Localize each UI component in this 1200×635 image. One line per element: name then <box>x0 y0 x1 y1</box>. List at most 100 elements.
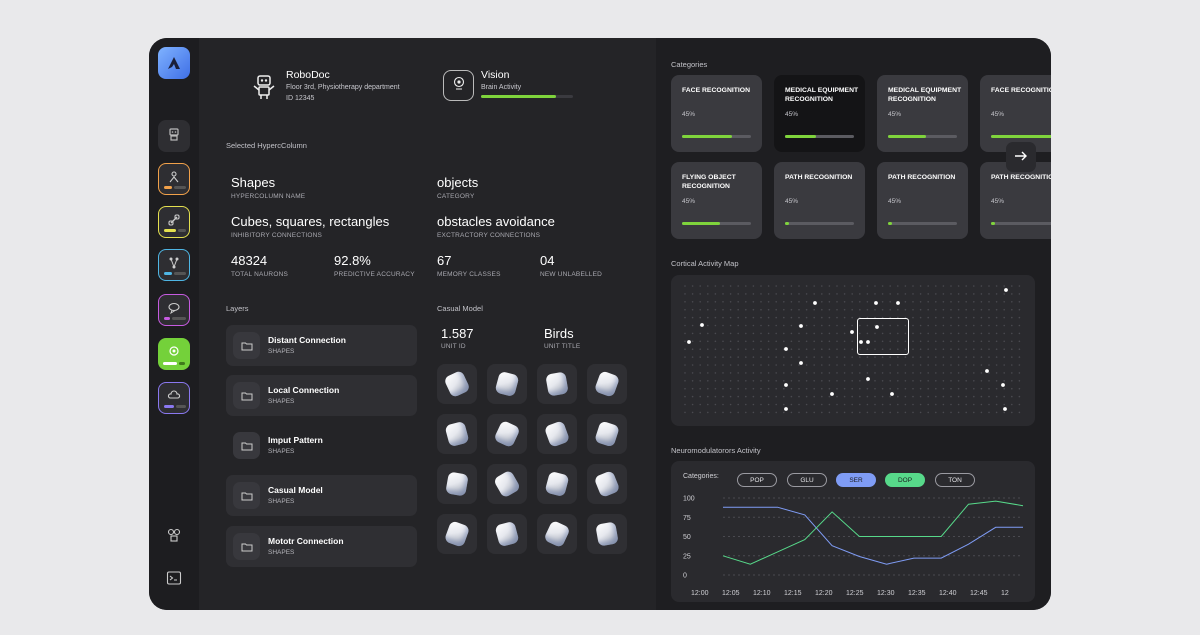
active-neuron-dot <box>830 392 834 396</box>
layer-item[interactable]: Local Connection SHAPES <box>226 375 417 416</box>
shape-thumbnail[interactable] <box>437 514 477 554</box>
active-neuron-dot <box>850 330 854 334</box>
vision-button[interactable] <box>443 70 474 101</box>
field-caption: EXCTRACTORY CONNECTIONS <box>437 232 541 239</box>
shape-thumbnail[interactable] <box>537 514 577 554</box>
unit-id: 1.587 <box>441 326 474 341</box>
robot-icon <box>166 126 182 147</box>
shape-thumbnail[interactable] <box>437 364 477 404</box>
shape-thumbnail[interactable] <box>487 364 527 404</box>
app-logo[interactable] <box>158 47 190 79</box>
robot-nav-button[interactable] <box>158 120 190 152</box>
shape-thumbnail[interactable] <box>487 464 527 504</box>
shape-thumbnail[interactable] <box>537 464 577 504</box>
active-neuron-dot <box>1001 383 1005 387</box>
layer-item[interactable]: Imput Pattern SHAPES <box>226 425 417 466</box>
analytics-pane: Categories FACE RECOGNITION 45% MEDICAL EQ… <box>656 38 1051 610</box>
cube-shape <box>595 521 619 547</box>
field-caption: MEMORY CLASSES <box>437 271 501 278</box>
cube-shape <box>443 520 471 548</box>
rail-module-yellow[interactable] <box>158 206 190 238</box>
active-neuron-dot <box>1003 407 1007 411</box>
cortical-activity-map <box>671 275 1035 426</box>
shape-thumbnail[interactable] <box>587 414 627 454</box>
layer-item[interactable]: Distant Connection SHAPES <box>226 325 417 366</box>
next-button[interactable] <box>1006 142 1036 172</box>
cube-shape <box>494 520 520 548</box>
cube-shape <box>544 470 570 498</box>
field-value: objects <box>437 175 479 190</box>
shape-thumbnail[interactable] <box>537 364 577 404</box>
category-progress <box>991 222 1051 225</box>
layer-item[interactable]: Casual Model SHAPES <box>226 475 417 516</box>
series-line-dop <box>722 500 1024 565</box>
category-title: PATH RECOGNITION <box>991 174 1051 181</box>
cube-shape <box>593 370 621 398</box>
category-progress <box>682 222 751 225</box>
shape-thumbnail[interactable] <box>587 514 627 554</box>
device-location: Floor 3rd, Physiotherapy department <box>286 84 400 91</box>
shape-thumbnail[interactable] <box>437 464 477 504</box>
category-title: FLYING OBJECT RECOGNITION <box>682 174 736 190</box>
category-card[interactable]: MEDICAL EQUIPMENT RECOGNITION 45% <box>877 75 968 152</box>
category-card[interactable]: FACE RECOGNITION 45% <box>980 75 1051 152</box>
rail-module-blue[interactable] <box>158 249 190 281</box>
category-percent: 45% <box>682 111 696 118</box>
focus-rectangle[interactable] <box>857 318 909 355</box>
folder-icon <box>233 332 260 359</box>
cube-shape <box>445 471 469 497</box>
category-percent: 45% <box>682 198 696 205</box>
cube-shape <box>593 470 621 498</box>
y-tick-label: 25 <box>683 553 691 560</box>
layer-item[interactable]: Mototr Connection SHAPES <box>226 526 417 567</box>
app-window: RoboDoc Floor 3rd, Physiotherapy departm… <box>149 38 1051 610</box>
category-card[interactable]: PATH RECOGNITION 45% <box>774 162 865 239</box>
category-percent: 45% <box>888 111 902 118</box>
active-neuron-dot <box>687 340 691 344</box>
x-tick-label: 12:45 <box>970 590 988 597</box>
category-title: PATH RECOGNITION <box>785 174 853 181</box>
layer-name: Mototr Connection <box>268 536 344 546</box>
casual-title: Casual Model <box>437 304 483 313</box>
shape-thumbnail[interactable] <box>537 414 577 454</box>
active-neuron-dot <box>1004 288 1008 292</box>
device-name: RoboDoc <box>286 69 330 81</box>
category-card[interactable]: FACE RECOGNITION 45% <box>671 75 762 152</box>
layer-sub: SHAPES <box>268 398 295 405</box>
layer-sub: SHAPES <box>268 348 295 355</box>
shape-thumbnail[interactable] <box>587 364 627 404</box>
y-tick-label: 100 <box>683 496 695 503</box>
rail-module-violet[interactable] <box>158 382 190 414</box>
category-card[interactable]: PATH RECOGNITION 45% <box>877 162 968 239</box>
shape-thumbnail[interactable] <box>487 414 527 454</box>
layer-name: Casual Model <box>268 485 323 495</box>
folder-icon <box>233 382 260 409</box>
category-percent: 45% <box>991 198 1005 205</box>
unit-title: Birds <box>544 326 574 341</box>
category-progress <box>888 135 957 138</box>
category-card[interactable]: PATH RECOGNITION 45% <box>980 162 1051 239</box>
shape-thumbnail[interactable] <box>587 464 627 504</box>
active-neuron-dot <box>813 301 817 305</box>
rail-module-purple[interactable] <box>158 294 190 326</box>
rail-module-orange[interactable] <box>158 163 190 195</box>
field-caption: PREDICTIVE ACCURACY <box>334 271 415 278</box>
rail-module-green-active[interactable] <box>158 338 190 370</box>
x-tick-label: 12 <box>1001 590 1009 597</box>
camera-icon <box>452 76 466 95</box>
category-progress <box>682 135 751 138</box>
category-card[interactable]: MEDICAL EQUIPMENT RECOGNITION 45% <box>774 75 865 152</box>
active-neuron-dot <box>799 361 803 365</box>
category-card[interactable]: FLYING OBJECT RECOGNITION 45% <box>671 162 762 239</box>
cortical-title: Cortical Activity Map <box>671 259 739 268</box>
terminal-icon[interactable] <box>166 570 182 591</box>
category-title: MEDICAL EQUIPMENT RECOGNITION <box>785 87 859 103</box>
shape-thumbnail[interactable] <box>487 514 527 554</box>
neuro-title: Neuromodulatorors Activity <box>671 446 761 455</box>
shape-thumbnail[interactable] <box>437 414 477 454</box>
cube-shape <box>545 371 569 397</box>
folder-icon <box>233 482 260 509</box>
team-icon[interactable] <box>166 527 182 548</box>
layer-sub: SHAPES <box>268 549 295 556</box>
y-tick-label: 0 <box>683 573 687 580</box>
